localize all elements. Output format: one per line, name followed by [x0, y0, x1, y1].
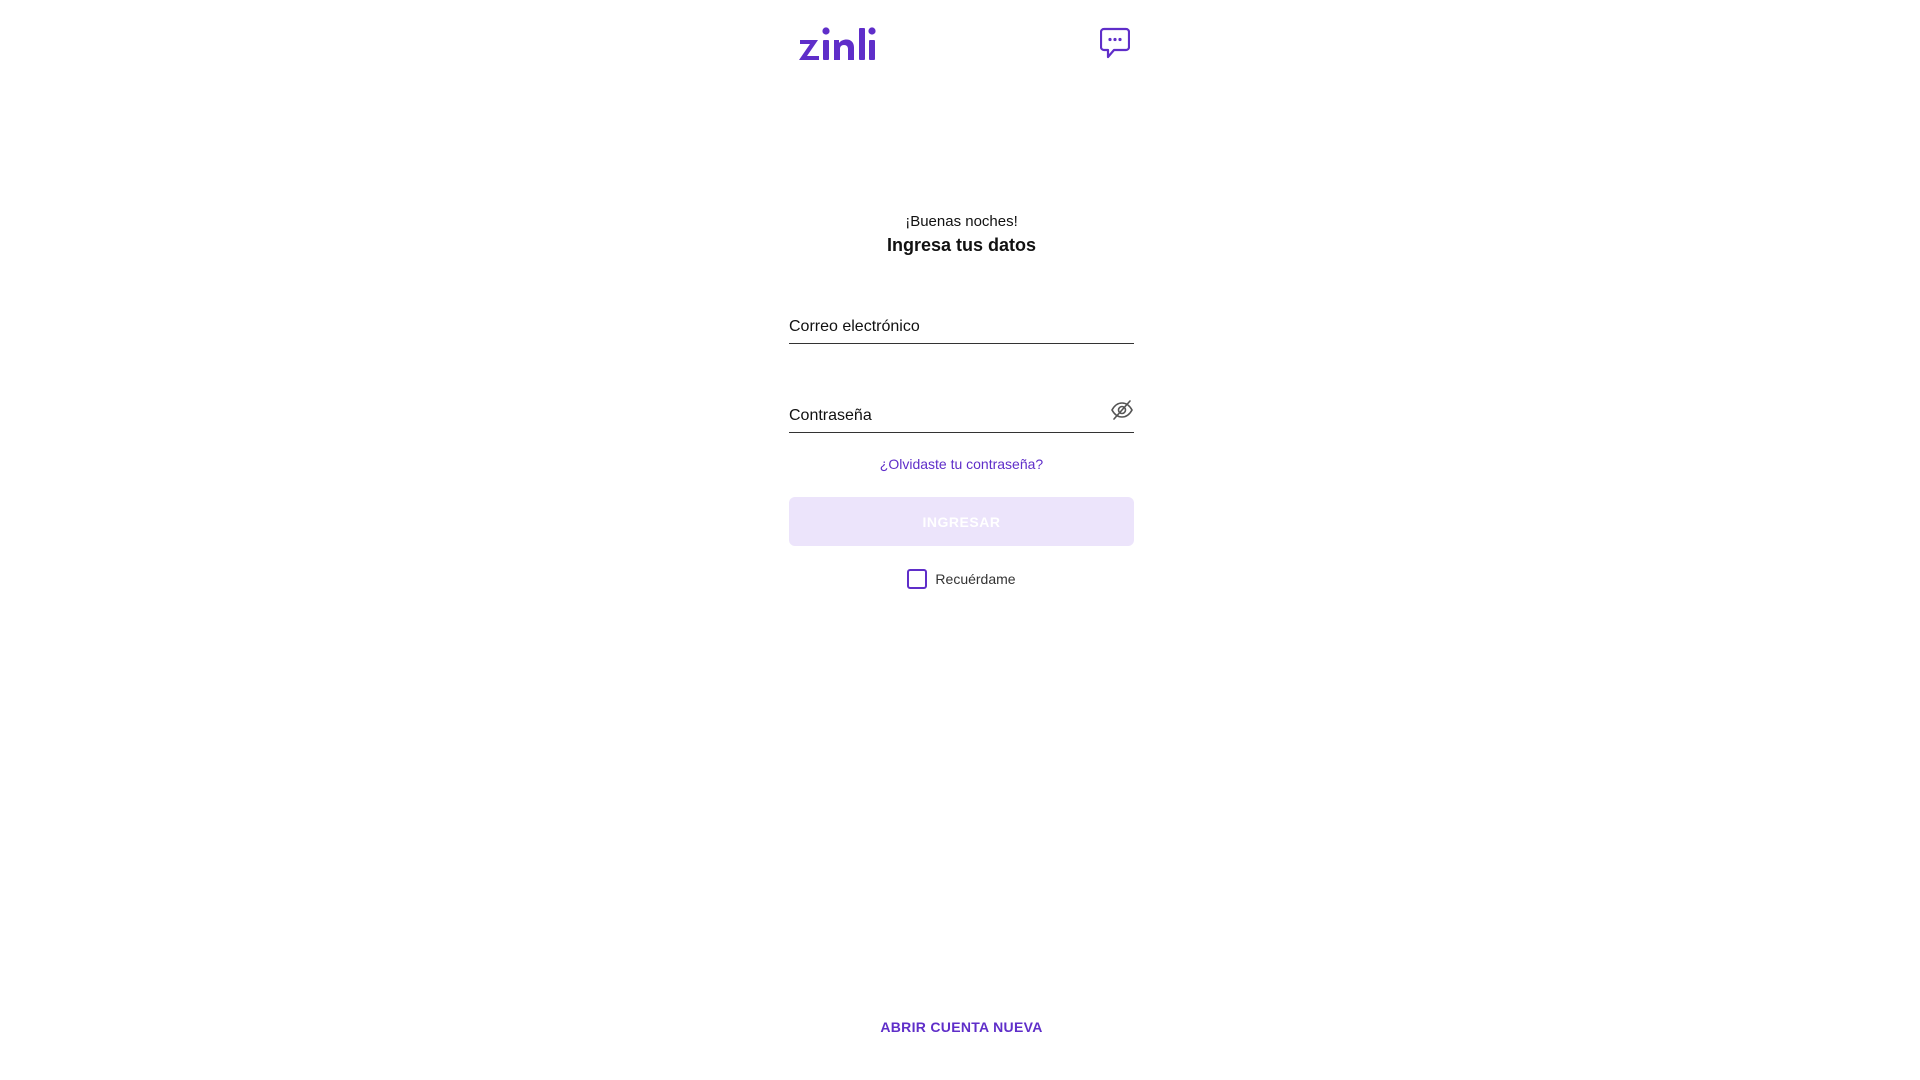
password-field-wrapper [789, 393, 1134, 433]
open-account-link[interactable]: ABRIR CUENTA NUEVA [789, 1019, 1134, 1035]
forgot-password-link[interactable]: ¿Olvidaste tu contraseña? [789, 456, 1134, 472]
email-field[interactable] [789, 304, 1134, 343]
remember-me-label: Recuérdame [935, 571, 1016, 587]
email-field-wrapper [789, 304, 1134, 344]
login-page: ¡Buenas noches! Ingresa tus datos ¿Olvid… [0, 0, 1920, 1080]
greeting-text: ¡Buenas noches! [905, 213, 1018, 230]
remember-me-checkbox[interactable] [907, 569, 928, 589]
password-field[interactable] [789, 393, 1134, 432]
chat-button[interactable] [1099, 26, 1131, 60]
zinli-logo [799, 24, 877, 62]
login-column: ¡Buenas noches! Ingresa tus datos ¿Olvid… [789, 0, 1134, 1080]
eye-off-icon[interactable] [1110, 398, 1134, 422]
remember-me-option[interactable]: Recuérdame [789, 569, 1134, 589]
chat-bubble-icon [1100, 27, 1130, 59]
page-title: Ingresa tus datos [886, 235, 1037, 255]
zinli-logo-mark [799, 27, 876, 60]
login-button[interactable]: INGRESAR [789, 497, 1134, 546]
